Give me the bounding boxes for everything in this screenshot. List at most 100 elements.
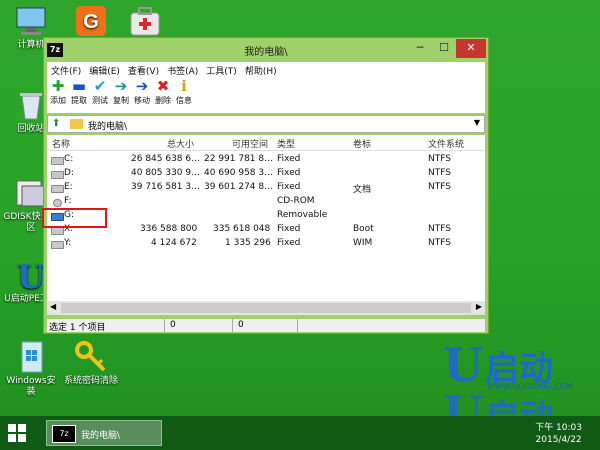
address-path: 我的电脑\	[88, 122, 128, 132]
copy-button[interactable]: ➔ 复制	[111, 77, 131, 113]
cell-fs: NTFS	[428, 182, 451, 192]
extract-button[interactable]: ▬ 提取	[69, 77, 89, 113]
menu-help[interactable]: 帮助(H)	[241, 62, 281, 77]
drive-icon	[51, 157, 64, 165]
extract-label: 提取	[71, 96, 87, 105]
test-button[interactable]: ✔ 测试	[90, 77, 110, 113]
title-bar[interactable]: 7z 我的电脑\ ─ ☐ ✕	[44, 38, 488, 62]
status-size1: 0	[170, 320, 176, 330]
info-icon: ℹ	[181, 77, 187, 95]
chevron-down-icon[interactable]: ▼	[474, 118, 480, 127]
table-row[interactable]: D: 40 805 330 9… 40 690 958 3… Fixed NTF…	[47, 167, 485, 181]
cell-label: Boot	[353, 224, 374, 234]
extract-icon: ▬	[71, 77, 87, 95]
move-icon: ➔	[135, 77, 149, 95]
computer-icon	[14, 4, 48, 38]
minimize-button[interactable]: ─	[408, 39, 432, 58]
desktop-icon-password-clear[interactable]: 系统密码清除	[60, 340, 122, 387]
scroll-left-icon[interactable]: ◀	[50, 302, 56, 311]
cell-name: Y:	[64, 238, 72, 248]
column-type[interactable]: 类型	[277, 137, 295, 150]
brand-logo-watermark: U 启动	[443, 386, 588, 440]
taskbar: 7z 我的电脑\ 下午 10:03 2015/4/22	[0, 416, 600, 450]
menu-bookmarks[interactable]: 书签(A)	[163, 62, 202, 77]
column-filesystem[interactable]: 文件系统	[428, 137, 464, 150]
address-bar[interactable]: ⬆ 我的电脑\ ▼	[47, 115, 485, 133]
column-free-space[interactable]: 可用空间	[232, 137, 268, 150]
status-size2: 0	[238, 320, 244, 330]
windows-logo-icon-part	[8, 434, 16, 442]
list-header: 名称 总大小 可用空间 类型 卷标 文件系统	[47, 135, 485, 151]
brand-logo: U 启动 WWW.UQIDONG.COM	[443, 338, 588, 392]
desktop-icon-windows-install[interactable]: Windows安装	[2, 340, 60, 398]
scroll-right-icon[interactable]: ▶	[476, 302, 482, 311]
horizontal-scrollbar[interactable]: ◀ ▶	[47, 301, 485, 315]
move-button[interactable]: ➔ 移动	[132, 77, 152, 113]
info-button[interactable]: ℹ 信息	[174, 77, 194, 113]
info-label: 信息	[176, 96, 192, 105]
file-manager-window[interactable]: 7z 我的电脑\ ─ ☐ ✕ 文件(F) 编辑(E) 查看(V) 书签(A) 工…	[43, 37, 489, 334]
menu-view[interactable]: 查看(V)	[124, 62, 163, 77]
taskbar-item-file-manager[interactable]: 7z 我的电脑\	[46, 420, 162, 446]
menu-tools[interactable]: 工具(T)	[202, 62, 241, 77]
desktop-icon-label: 计算机	[17, 40, 45, 50]
file-list[interactable]: 名称 总大小 可用空间 类型 卷标 文件系统 C: 26 845 638 6… …	[47, 135, 485, 315]
cell-type: Fixed	[277, 168, 301, 178]
up-folder-icon[interactable]: ⬆	[52, 118, 60, 129]
table-row[interactable]: C: 26 845 638 6… 22 991 781 8… Fixed NTF…	[47, 153, 485, 167]
windows-logo-icon-part	[18, 424, 26, 432]
close-button[interactable]: ✕	[456, 39, 486, 58]
column-total-size[interactable]: 总大小	[167, 137, 194, 150]
copy-label: 复制	[113, 96, 129, 105]
table-row[interactable]: E: 39 716 581 3… 39 601 274 8… Fixed 文档 …	[47, 181, 485, 195]
status-selected: 选定 1 个项目	[49, 323, 106, 333]
cell-type: Fixed	[277, 154, 301, 164]
highlight-box	[42, 208, 107, 228]
brand-u: U	[443, 338, 484, 392]
drive-icon	[51, 241, 64, 249]
cell-type: Removable	[277, 210, 328, 220]
menu-file[interactable]: 文件(F)	[47, 62, 85, 77]
cdrom-icon	[53, 199, 62, 207]
column-label[interactable]: 卷标	[353, 137, 371, 150]
menu-edit[interactable]: 编辑(E)	[85, 62, 124, 77]
cell-total: 4 124 672	[151, 238, 197, 248]
cell-type: Fixed	[277, 224, 301, 234]
cell-total: 39 716 581 3…	[131, 182, 201, 192]
table-row[interactable]: Y: 4 124 672 1 335 296 Fixed WIM NTFS	[47, 237, 485, 251]
desktop-icon-label: 系统密码清除	[63, 376, 118, 386]
menu-bar: 文件(F) 编辑(E) 查看(V) 书签(A) 工具(T) 帮助(H)	[47, 62, 485, 77]
desktop-icon-diskgenius[interactable]: G	[62, 4, 120, 40]
desktop-icon-label: 回收站	[17, 124, 45, 134]
delete-icon: ✖	[156, 77, 170, 95]
table-row-selected[interactable]: G: Removable	[47, 209, 485, 223]
desktop-icon-toolbox[interactable]	[116, 4, 174, 40]
key-icon	[74, 340, 108, 374]
status-divider	[232, 319, 233, 332]
windows-install-icon	[14, 340, 48, 374]
start-button[interactable]	[8, 424, 26, 442]
table-row[interactable]: X: 336 588 800 335 618 048 Fixed Boot NT…	[47, 223, 485, 237]
cell-free: 39 601 274 8…	[204, 182, 274, 192]
drive-icon	[51, 171, 64, 179]
cell-free: 40 690 958 3…	[204, 168, 274, 178]
cell-fs: NTFS	[428, 154, 451, 164]
diskgenius-icon: G	[74, 4, 108, 38]
column-name[interactable]: 名称	[52, 137, 70, 150]
delete-button[interactable]: ✖ 删除	[153, 77, 173, 113]
cell-fs: NTFS	[428, 168, 451, 178]
add-button[interactable]: ✚ 添加	[48, 77, 68, 113]
windows-logo-icon	[8, 424, 16, 432]
test-icon: ✔	[93, 77, 107, 95]
system-clock[interactable]: 下午 10:03 2015/4/22	[535, 422, 582, 446]
drive-icon	[51, 185, 64, 193]
delete-label: 删除	[155, 96, 171, 105]
scroll-thumb[interactable]	[61, 303, 471, 313]
cell-label: 文档	[353, 185, 372, 195]
desktop-icon-label: Windows安装	[6, 376, 56, 397]
add-icon: ✚	[51, 77, 65, 95]
table-row[interactable]: F: CD-ROM	[47, 195, 485, 209]
cell-name: C:	[64, 154, 74, 164]
close-icon: ✕	[466, 41, 476, 54]
maximize-button[interactable]: ☐	[432, 39, 456, 58]
